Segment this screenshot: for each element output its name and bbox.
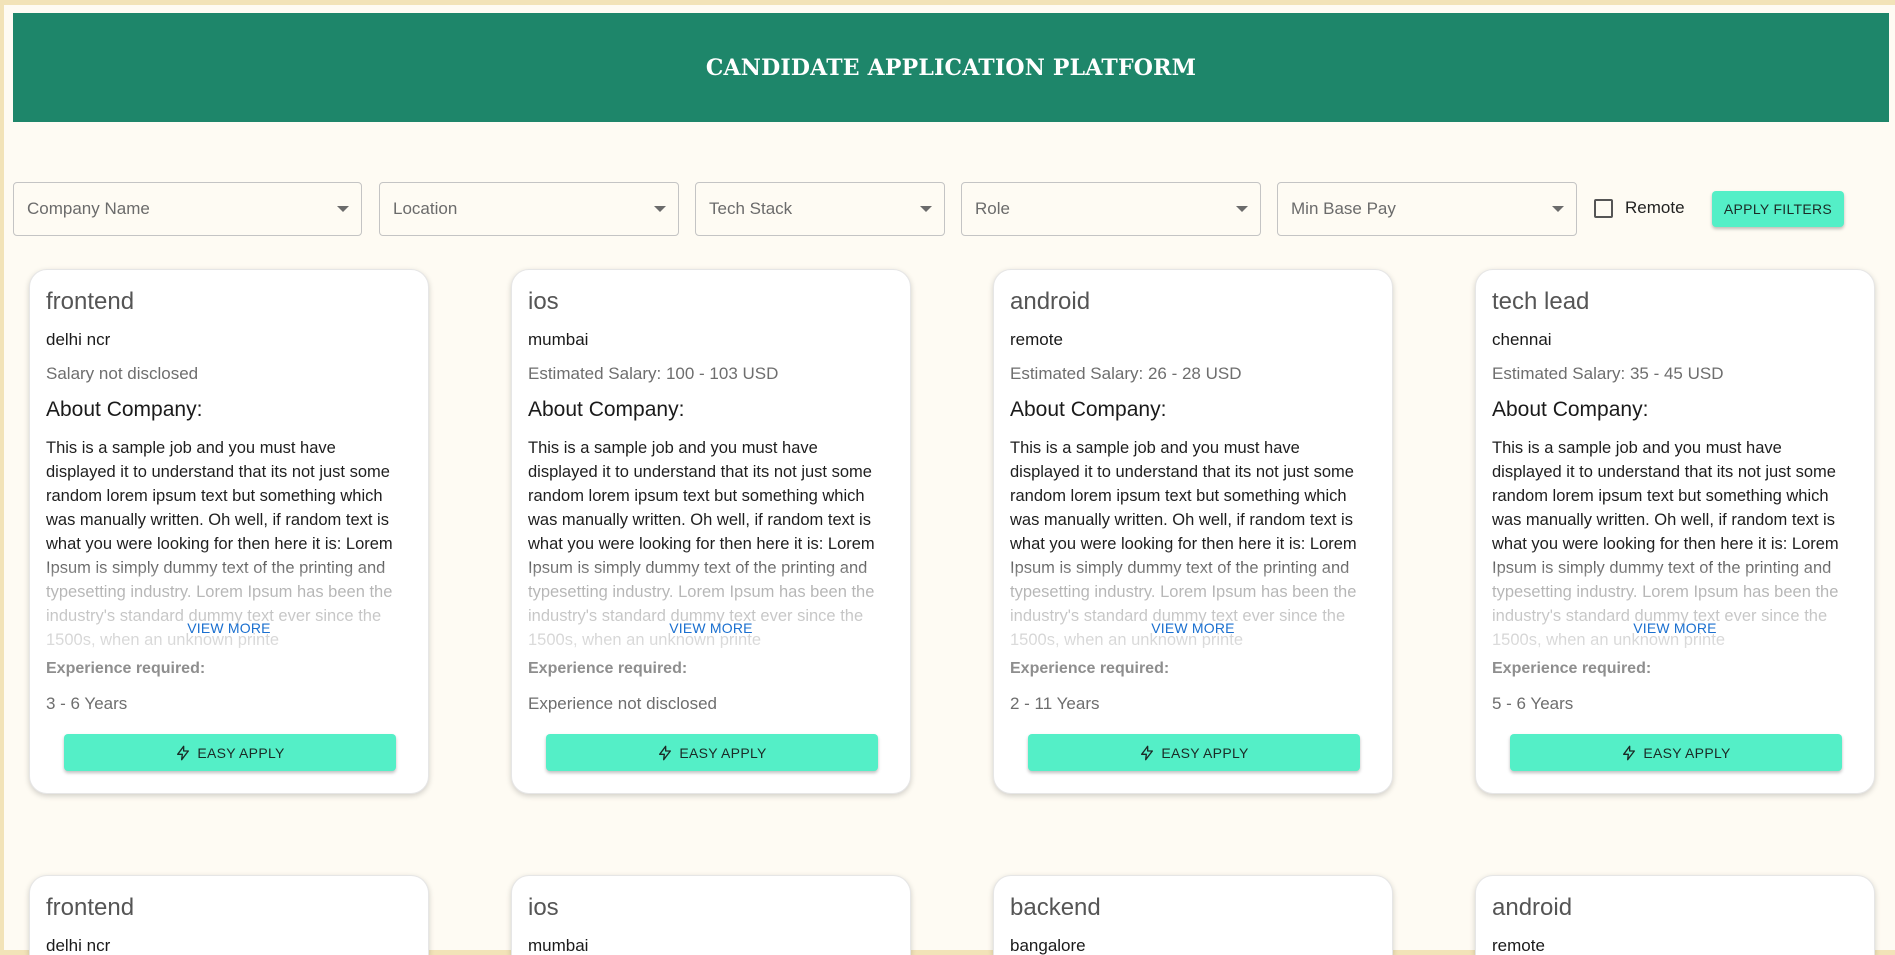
job-card: android remote: [1475, 875, 1875, 955]
tech-stack-placeholder: Tech Stack: [709, 199, 793, 218]
chevron-down-icon: [654, 206, 666, 212]
job-role: android: [1492, 894, 1573, 921]
job-card: android remote Estimated Salary: 26 - 28…: [993, 269, 1393, 794]
easy-apply-label: EASY APPLY: [197, 744, 285, 761]
job-location: delhi ncr: [46, 330, 111, 349]
company-name-select[interactable]: Company Name: [13, 182, 362, 236]
lightning-icon: [659, 745, 672, 760]
job-card: frontend delhi ncr Salary not disclosed …: [29, 269, 429, 794]
about-company-text: This is a sample job and you must have d…: [1010, 439, 1357, 648]
about-company-text: This is a sample job and you must have d…: [528, 439, 875, 648]
job-role: frontend: [46, 288, 135, 315]
easy-apply-label: EASY APPLY: [1161, 744, 1249, 761]
about-company-text: This is a sample job and you must have d…: [46, 439, 393, 648]
about-company-title: About Company:: [46, 398, 203, 421]
job-location: chennai: [1492, 330, 1552, 349]
apply-filters-button[interactable]: APPLY FILTERS: [1712, 191, 1844, 227]
experience-value: 3 - 6 Years: [46, 694, 128, 713]
job-location: mumbai: [528, 936, 589, 955]
role-select[interactable]: Role: [961, 182, 1261, 236]
job-role: tech lead: [1492, 288, 1590, 315]
chevron-down-icon: [1552, 206, 1564, 212]
job-salary: Salary not disclosed: [46, 364, 199, 383]
chevron-down-icon: [337, 206, 349, 212]
about-company-title: About Company:: [1010, 398, 1167, 421]
easy-apply-label: EASY APPLY: [1643, 744, 1731, 761]
location-select[interactable]: Location: [379, 182, 679, 236]
lightning-icon: [177, 745, 190, 760]
experience-label: Experience required:: [1010, 660, 1170, 677]
job-salary: Estimated Salary: 100 - 103 USD: [528, 364, 779, 383]
min-base-pay-select[interactable]: Min Base Pay: [1277, 182, 1577, 236]
job-role: android: [1010, 288, 1091, 315]
lightning-icon: [1141, 745, 1154, 760]
easy-apply-button[interactable]: EASY APPLY: [64, 734, 396, 771]
job-location: bangalore: [1010, 936, 1086, 955]
job-card: ios mumbai Estimated Salary: 100 - 103 U…: [511, 269, 911, 794]
job-role: ios: [528, 288, 559, 315]
experience-label: Experience required:: [1492, 660, 1652, 677]
job-salary: Estimated Salary: 35 - 45 USD: [1492, 364, 1724, 383]
job-location: remote: [1010, 330, 1063, 349]
view-more-link[interactable]: VIEW MORE: [994, 620, 1392, 636]
about-company-title: About Company:: [1492, 398, 1649, 421]
view-more-link[interactable]: VIEW MORE: [512, 620, 910, 636]
experience-label: Experience required:: [528, 660, 688, 677]
experience-value: 2 - 11 Years: [1010, 694, 1100, 713]
job-role: frontend: [46, 894, 135, 921]
remote-toggle[interactable]: Remote: [1594, 198, 1685, 218]
experience-value: Experience not disclosed: [528, 694, 718, 713]
easy-apply-button[interactable]: EASY APPLY: [1510, 734, 1842, 771]
job-role: backend: [1010, 894, 1101, 921]
chevron-down-icon: [1236, 206, 1248, 212]
job-card: backend bangalore: [993, 875, 1393, 955]
job-card: frontend delhi ncr: [29, 875, 429, 955]
about-company-text: This is a sample job and you must have d…: [1492, 439, 1839, 648]
easy-apply-button[interactable]: EASY APPLY: [1028, 734, 1360, 771]
location-placeholder: Location: [393, 199, 458, 218]
remote-checkbox[interactable]: [1594, 198, 1613, 218]
easy-apply-label: EASY APPLY: [679, 744, 767, 761]
job-card: tech lead chennai Estimated Salary: 35 -…: [1475, 269, 1875, 794]
page-title: CANDIDATE APPLICATION PLATFORM: [705, 54, 1197, 81]
min-base-pay-placeholder: Min Base Pay: [1291, 199, 1396, 218]
job-location: delhi ncr: [46, 936, 111, 955]
job-salary: Estimated Salary: 26 - 28 USD: [1010, 364, 1242, 383]
lightning-icon: [1623, 745, 1636, 760]
job-role: ios: [528, 894, 559, 921]
experience-value: 5 - 6 Years: [1492, 694, 1574, 713]
chevron-down-icon: [920, 206, 932, 212]
app-header: CANDIDATE APPLICATION PLATFORM: [13, 13, 1889, 122]
role-placeholder: Role: [975, 199, 1010, 218]
experience-label: Experience required:: [46, 660, 206, 677]
job-location: mumbai: [528, 330, 589, 349]
view-more-link[interactable]: VIEW MORE: [1476, 620, 1874, 636]
tech-stack-select[interactable]: Tech Stack: [695, 182, 945, 236]
remote-label: Remote: [1625, 198, 1685, 217]
about-company-title: About Company:: [528, 398, 685, 421]
view-more-link[interactable]: VIEW MORE: [30, 620, 428, 636]
easy-apply-button[interactable]: EASY APPLY: [546, 734, 878, 771]
job-card: ios mumbai: [511, 875, 911, 955]
company-name-placeholder: Company Name: [27, 199, 150, 218]
job-location: remote: [1492, 936, 1545, 955]
